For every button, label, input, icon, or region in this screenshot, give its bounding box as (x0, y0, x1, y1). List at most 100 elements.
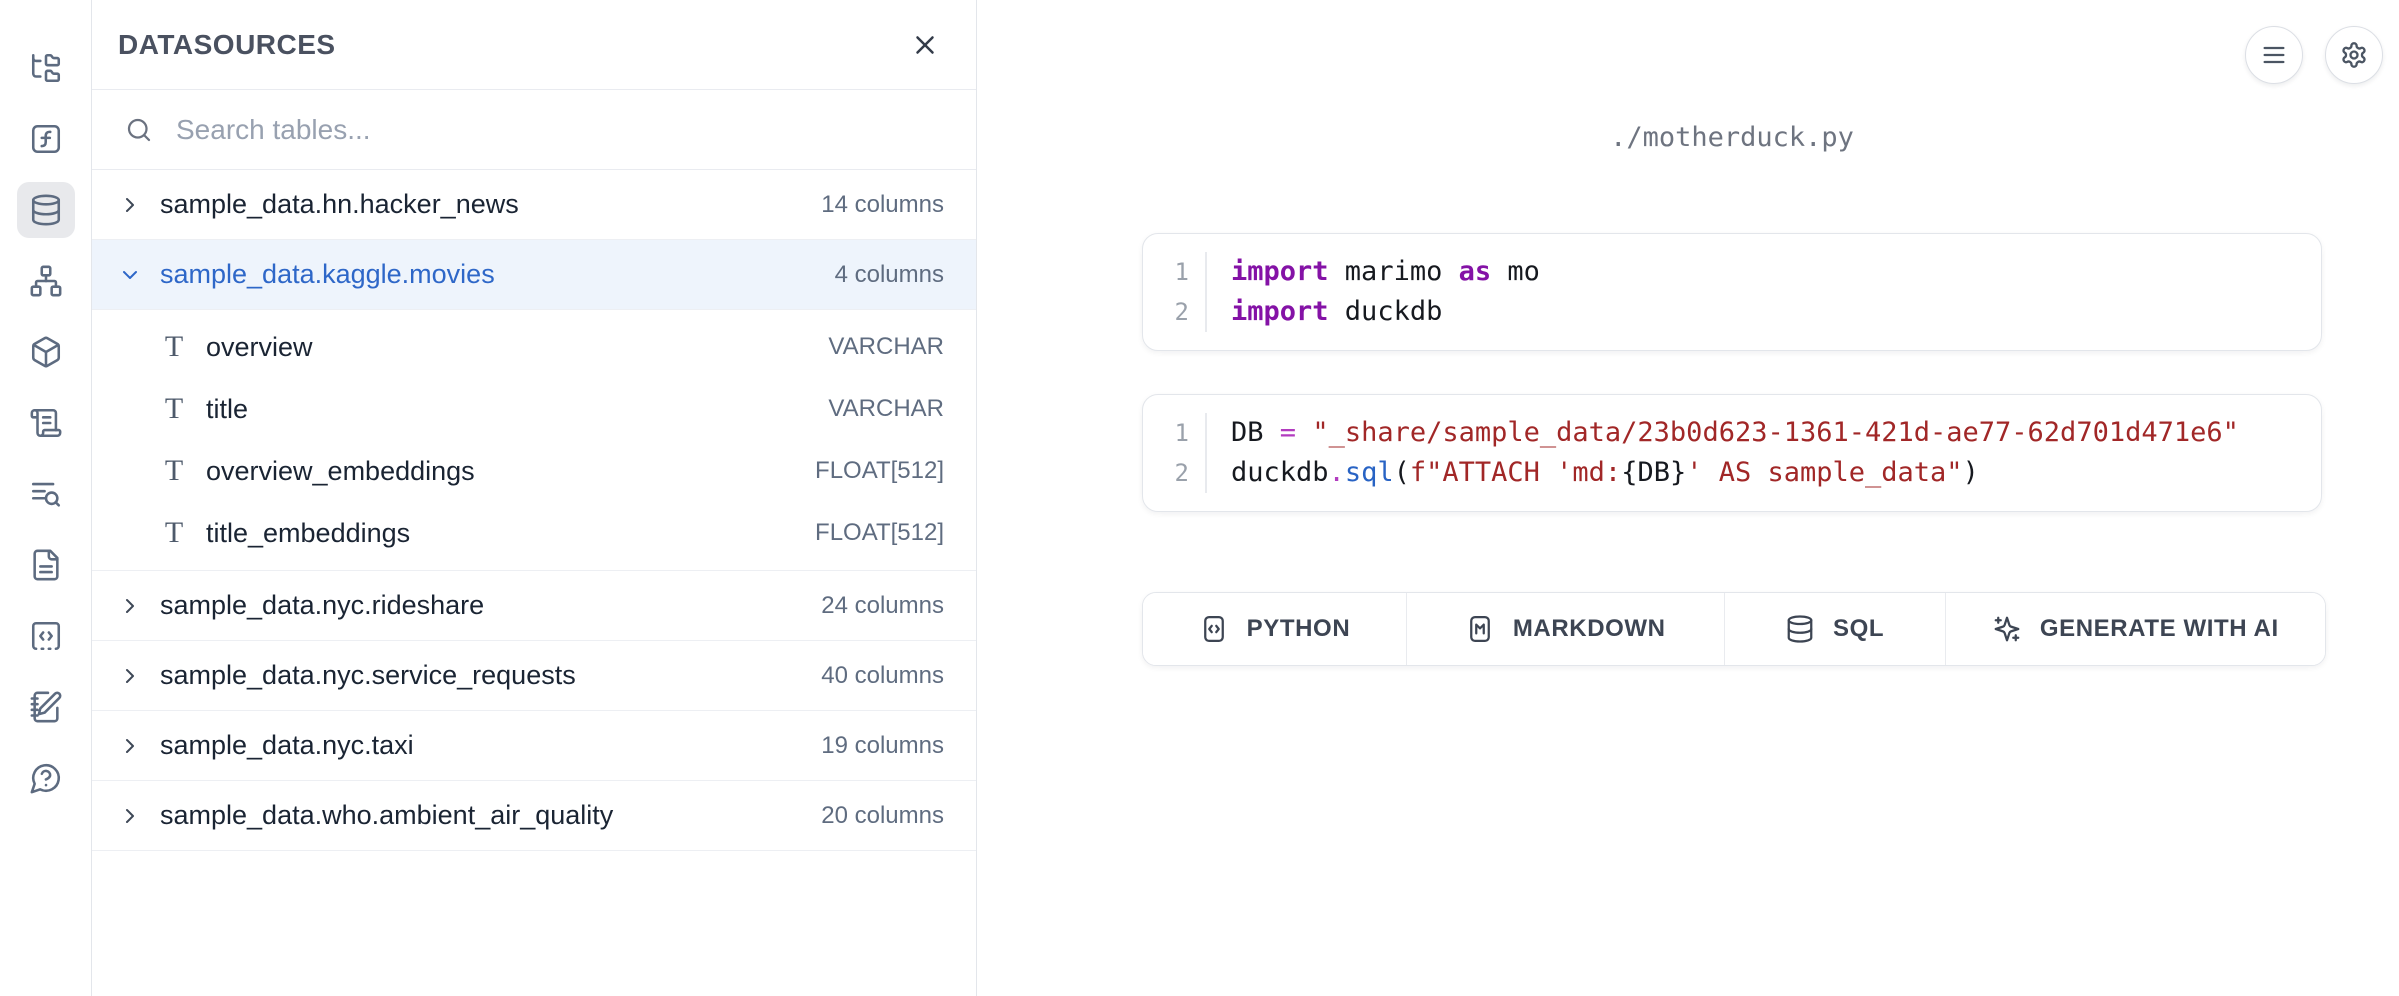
network-icon (29, 264, 63, 298)
table-list: sample_data.hn.hacker_news14 columnssamp… (92, 170, 976, 851)
table-name: sample_data.hn.hacker_news (160, 189, 519, 220)
table-row[interactable]: sample_data.nyc.taxi19 columns (92, 711, 976, 781)
column-type: FLOAT[512] (815, 519, 944, 547)
add-cell-button-label: SQL (1833, 615, 1884, 643)
add-cell-python-button[interactable]: PYTHON (1143, 593, 1407, 665)
sidebar-button-notebook-pen[interactable] (17, 679, 75, 735)
column-type: FLOAT[512] (815, 457, 944, 485)
sidebar-button-box[interactable] (17, 324, 75, 380)
column-type: VARCHAR (828, 395, 944, 423)
sidebar-button-scroll-text[interactable] (17, 395, 75, 451)
chevron-right-icon[interactable] (118, 193, 142, 217)
table-name: sample_data.kaggle.movies (160, 259, 495, 290)
markdown-square-icon (1465, 614, 1495, 644)
gear-icon (2340, 41, 2368, 69)
column-name: title (206, 394, 248, 425)
chevron-down-icon[interactable] (118, 263, 142, 287)
table-columns-group: Toverview VARCHAR Ttitle VARCHAR Toverview_e… (92, 310, 976, 571)
code-editor[interactable]: import marimo as moimport duckdb (1207, 252, 2321, 332)
column-name: overview (206, 332, 313, 363)
chevron-right-icon[interactable] (118, 664, 142, 688)
code-cell: 12DB = "_share/sample_data/23b0d623-1361… (1142, 394, 2322, 512)
list-search-icon (29, 477, 63, 511)
notebook-pen-icon (29, 690, 63, 724)
table-column-count: 14 columns (821, 191, 944, 219)
chevron-right-icon[interactable] (118, 594, 142, 618)
code-cell: 12import marimo as moimport duckdb (1142, 233, 2322, 351)
database-icon (29, 193, 63, 227)
table-row[interactable]: sample_data.who.ambient_air_quality 20 co… (92, 781, 976, 851)
snippets-code-icon (29, 619, 63, 653)
notebook-column: ./motherduck.py 12import marimo as moimp… (1142, 122, 2322, 666)
file-text-icon (29, 548, 63, 582)
column-type: VARCHAR (828, 333, 944, 361)
close-icon (910, 30, 940, 60)
close-panel-button[interactable] (904, 24, 946, 66)
code-editor[interactable]: DB = "_share/sample_data/23b0d623-1361-4… (1207, 413, 2321, 493)
cells-container: 12import marimo as moimport duckdb12DB =… (1142, 233, 2322, 512)
menu-icon (2260, 41, 2288, 69)
database-icon (1785, 614, 1815, 644)
table-name: sample_data.who.ambient_air_quality (160, 800, 613, 831)
notebook-corner-actions (2245, 26, 2383, 84)
add-cell-button-label: GENERATE WITH AI (2040, 615, 2279, 643)
table-column-count: 4 columns (835, 261, 944, 289)
chevron-right-icon (118, 594, 142, 618)
column-name: overview_embeddings (206, 456, 475, 487)
table-row[interactable]: sample_data.hn.hacker_news 14 columns (92, 170, 976, 240)
column-name: title_embeddings (206, 518, 410, 549)
panel-title: DATASOURCES (118, 29, 336, 61)
column-row[interactable]: TtitleVARCHAR (92, 378, 976, 440)
text-type-icon: T (158, 454, 190, 488)
text-type-icon: T (158, 330, 190, 364)
function-square-icon (29, 122, 63, 156)
icon-sidebar (0, 0, 92, 996)
table-column-count: 40 columns (821, 662, 944, 690)
chevron-right-icon (118, 664, 142, 688)
datasources-panel: DATASOURCES sample_data.hn.hacker_news 14… (92, 0, 977, 996)
add-cell-button-label: PYTHON (1247, 615, 1351, 643)
scroll-text-icon (29, 406, 63, 440)
text-type-icon: T (158, 516, 190, 550)
table-row[interactable]: sample_data.nyc.service_requests 40 colum… (92, 641, 976, 711)
chevron-right-icon[interactable] (118, 804, 142, 828)
add-cell-generate-with-ai-button[interactable]: GENERATE WITH AI (1946, 593, 2325, 665)
search-tables-input[interactable] (176, 114, 950, 146)
table-name: sample_data.nyc.service_requests (160, 660, 576, 691)
sidebar-button-help-chat[interactable] (17, 750, 75, 806)
column-row[interactable]: Toverview VARCHAR (92, 316, 976, 378)
chevron-right-icon[interactable] (118, 734, 142, 758)
table-row[interactable]: sample_data.nyc.rideshare24 columns (92, 571, 976, 641)
sidebar-button-network[interactable] (17, 253, 75, 309)
line-numbers: 12 (1143, 413, 1207, 493)
column-row[interactable]: Toverview_embeddings FLOAT[512] (92, 440, 976, 502)
column-row[interactable]: Ttitle_embeddings FLOAT[512] (92, 502, 976, 564)
sidebar-button-database[interactable] (17, 182, 75, 238)
gear-button[interactable] (2325, 26, 2383, 84)
chevron-right-icon (118, 734, 142, 758)
search-icon (124, 115, 154, 145)
code-square-icon (1199, 614, 1229, 644)
table-column-count: 20 columns (821, 802, 944, 830)
sidebar-button-list-search[interactable] (17, 466, 75, 522)
sidebar-button-file-text[interactable] (17, 537, 75, 593)
marimo-app: DATASOURCES sample_data.hn.hacker_news 14… (0, 0, 2399, 996)
help-chat-icon (29, 761, 63, 795)
sidebar-button-function-square[interactable] (17, 111, 75, 167)
box-icon (29, 335, 63, 369)
sidebar-button-snippets-code[interactable] (17, 608, 75, 664)
table-search-bar (92, 90, 976, 170)
table-name: sample_data.nyc.rideshare (160, 590, 484, 621)
chevron-right-icon (118, 804, 142, 828)
notebook-filename[interactable]: ./motherduck.py (1142, 122, 2322, 153)
chevron-down-icon (118, 263, 142, 287)
menu-button[interactable] (2245, 26, 2303, 84)
table-row[interactable]: sample_data.kaggle.movies 4 columns (92, 240, 976, 310)
add-cell-button-label: MARKDOWN (1513, 615, 1666, 643)
sidebar-button-folder-tree[interactable] (17, 40, 75, 96)
add-cell-markdown-button[interactable]: MARKDOWN (1407, 593, 1725, 665)
add-cell-sql-button[interactable]: SQL (1725, 593, 1946, 665)
search-icon (124, 115, 154, 145)
table-name: sample_data.nyc.taxi (160, 730, 414, 761)
datasources-panel-header: DATASOURCES (92, 0, 976, 90)
